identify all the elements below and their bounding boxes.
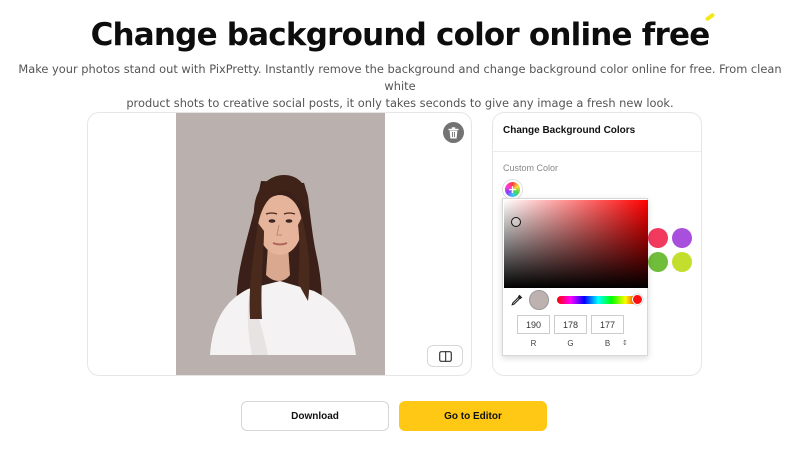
plus-icon: + [507, 183, 518, 196]
subtitle-line-2: product shots to creative social posts, … [126, 96, 674, 110]
page-title: Change background color online free [0, 17, 800, 53]
subtitle-line-1: Make your photos stand out with PixPrett… [18, 62, 782, 93]
go-to-editor-button[interactable]: Go to Editor [399, 401, 547, 431]
swatch-lime[interactable] [672, 252, 692, 272]
panel-title: Change Background Colors [503, 125, 636, 136]
blue-input[interactable] [591, 315, 624, 334]
red-label: R [530, 339, 537, 348]
green-label: G [567, 339, 574, 348]
panel-divider [493, 151, 701, 152]
image-preview-panel [87, 112, 472, 376]
compare-split-icon [438, 350, 452, 362]
color-mode-toggle[interactable]: ↕ [622, 339, 628, 347]
green-input[interactable] [554, 315, 587, 334]
download-button[interactable]: Download [241, 401, 389, 431]
swatch-green[interactable] [648, 252, 668, 272]
eyedropper-icon[interactable] [511, 294, 523, 306]
custom-color-label: Custom Color [503, 163, 559, 173]
hue-slider-handle[interactable] [632, 294, 643, 305]
trash-icon [448, 126, 459, 138]
hue-slider[interactable] [557, 296, 639, 304]
blue-label: B [604, 339, 611, 348]
color-picker-popover: R G B ↕ [502, 198, 648, 356]
title-accent: free [641, 17, 710, 53]
saturation-area[interactable] [504, 200, 648, 288]
portrait-photo [210, 175, 356, 355]
swatch-purple[interactable] [672, 228, 692, 248]
page-subtitle: Make your photos stand out with PixPrett… [10, 61, 790, 112]
compare-button[interactable] [427, 345, 463, 367]
swatch-pink-red[interactable] [648, 228, 668, 248]
image-preview [176, 113, 385, 375]
title-main: Change background color online [90, 17, 633, 53]
red-input[interactable] [517, 315, 550, 334]
color-preview [529, 290, 549, 310]
add-color-icon[interactable]: + [503, 180, 522, 199]
delete-button[interactable] [443, 122, 464, 143]
saturation-handle[interactable] [511, 217, 521, 227]
